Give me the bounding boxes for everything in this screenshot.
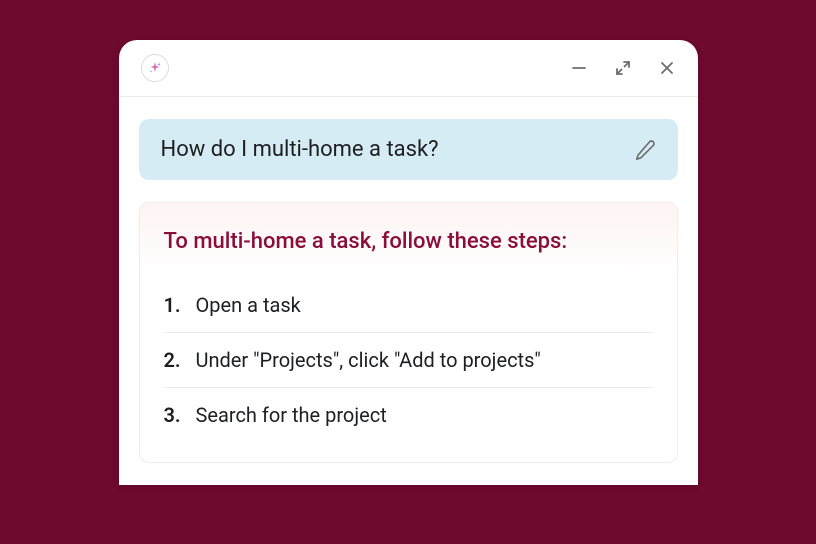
close-button[interactable] (658, 59, 676, 77)
step-text: Under "Projects", click "Add to projects… (196, 348, 541, 372)
minimize-button[interactable] (570, 59, 588, 77)
panel-content: How do I multi-home a task? To multi-hom… (119, 97, 698, 485)
step-item: 3. Search for the project (164, 388, 653, 442)
question-bar: How do I multi-home a task? (139, 119, 678, 180)
step-text: Search for the project (196, 403, 387, 427)
step-item: 1. Open a task (164, 278, 653, 333)
answer-title: To multi-home a task, follow these steps… (164, 229, 653, 254)
step-item: 2. Under "Projects", click "Add to proje… (164, 333, 653, 388)
ai-assist-panel: How do I multi-home a task? To multi-hom… (119, 40, 698, 485)
answer-card: To multi-home a task, follow these steps… (139, 202, 678, 463)
panel-header (119, 40, 698, 97)
step-number: 1. (164, 293, 184, 317)
steps-list: 1. Open a task 2. Under "Projects", clic… (140, 278, 677, 462)
answer-header: To multi-home a task, follow these steps… (140, 203, 677, 278)
sparkle-logo-icon (141, 54, 169, 82)
step-number: 3. (164, 403, 184, 427)
expand-button[interactable] (614, 59, 632, 77)
edit-question-button[interactable] (634, 139, 656, 161)
step-number: 2. (164, 348, 184, 372)
step-text: Open a task (196, 293, 301, 317)
window-controls (570, 59, 676, 77)
question-text: How do I multi-home a task? (161, 137, 439, 162)
